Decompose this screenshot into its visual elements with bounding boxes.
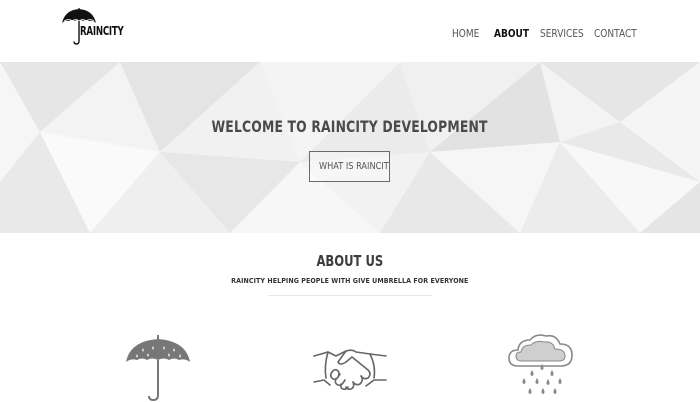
site-header: RAINCITY HOME ABOUT SERVICES CONTACT <box>0 0 700 62</box>
about-divider <box>268 295 432 296</box>
rain-cloud-icon <box>508 334 573 394</box>
about-title: ABOUT US <box>0 252 700 270</box>
umbrella-icon <box>126 335 190 402</box>
about-title-text: ABOUT US <box>316 252 384 270</box>
nav-item-services[interactable]: SERVICES <box>540 27 584 40</box>
about-subtitle-text: RAINCITY HELPING PEOPLE WITH GIVE UMBREL… <box>231 277 469 285</box>
nav-item-about[interactable]: ABOUT <box>494 27 529 40</box>
hero-banner: WELCOME TO RAINCITY DEVELOPMENT WHAT IS … <box>0 62 700 233</box>
hero-title-text: WELCOME TO RAINCITY DEVELOPMENT <box>211 117 489 136</box>
hero-polygon-background <box>0 62 700 233</box>
main-nav: HOME ABOUT SERVICES CONTACT <box>0 27 700 43</box>
about-subtitle: RAINCITY HELPING PEOPLE WITH GIVE UMBREL… <box>0 277 700 285</box>
nav-item-home[interactable]: HOME <box>452 27 479 40</box>
hero-title: WELCOME TO RAINCITY DEVELOPMENT <box>0 117 700 136</box>
nav-item-contact[interactable]: CONTACT <box>594 27 637 40</box>
handshake-icon <box>313 349 387 391</box>
what-is-raincity-button[interactable]: WHAT IS RAINCITY ? <box>309 151 390 182</box>
hero-button-label: WHAT IS RAINCITY ? <box>318 161 390 172</box>
